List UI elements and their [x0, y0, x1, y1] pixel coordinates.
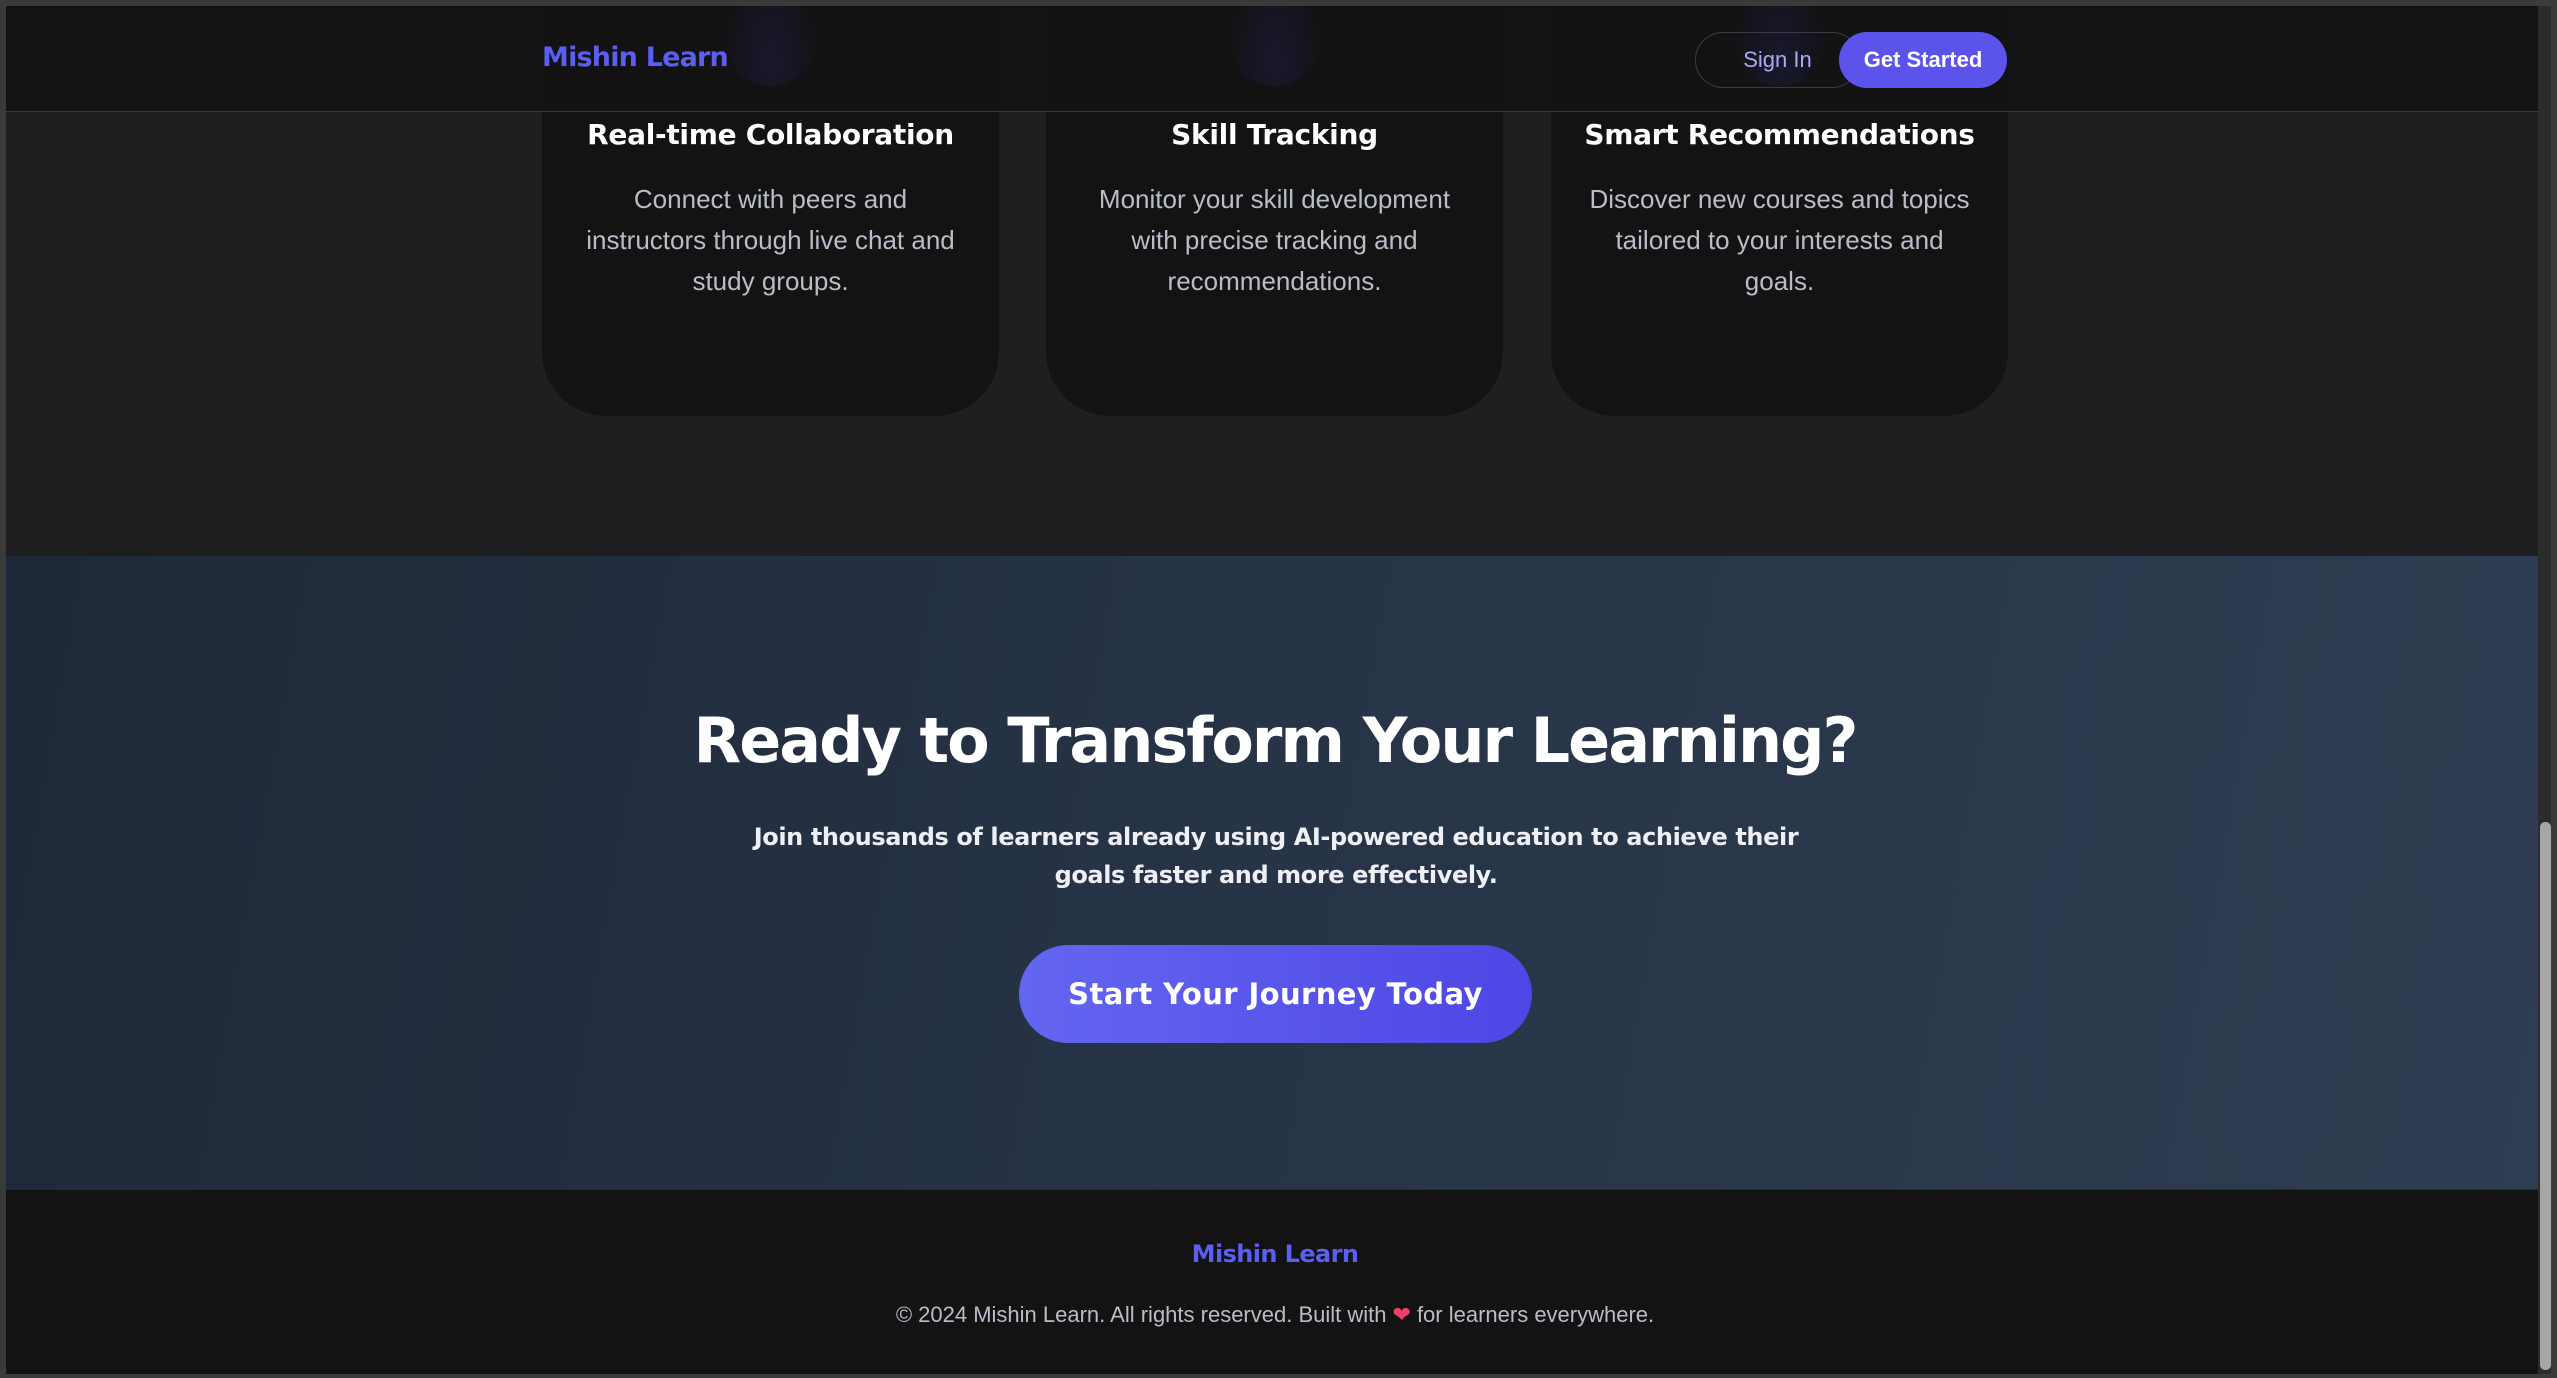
get-started-button[interactable]: Get Started [1839, 32, 2007, 88]
logo[interactable]: Mishin Learn [542, 42, 729, 73]
feature-title: Real-time Collaboration [587, 118, 954, 151]
cta-heading: Ready to Transform Your Learning? [693, 704, 1858, 777]
page: Real-time Collaboration Connect with pee… [6, 6, 2544, 1374]
sign-in-button[interactable]: Sign In [1695, 32, 1860, 88]
footer: Mishin Learn © 2024 Mishin Learn. All ri… [6, 1189, 2544, 1374]
copyright-prefix: © 2024 Mishin Learn. All rights reserved… [895, 1302, 1387, 1327]
footer-logo[interactable]: Mishin Learn [6, 1240, 2544, 1268]
feature-description: Connect with peers and instructors throu… [586, 184, 955, 296]
top-nav: Mishin Learn Sign In Get Started [6, 6, 2544, 112]
scrollbar-thumb[interactable] [2540, 822, 2551, 1370]
feature-description: Discover new courses and topics tailored… [1589, 184, 1970, 296]
cta-subtext: Join thousands of learners already using… [753, 823, 1799, 889]
start-journey-button[interactable]: Start Your Journey Today [1019, 945, 1532, 1043]
feature-description: Monitor your skill development with prec… [1098, 184, 1451, 296]
feature-title: Smart Recommendations [1584, 118, 1975, 151]
heart-icon: ❤ [1392, 1302, 1411, 1327]
cta-section: Ready to Transform Your Learning? Join t… [6, 556, 2544, 1189]
copyright-suffix: for learners everywhere. [1416, 1302, 1655, 1327]
feature-title: Skill Tracking [1171, 118, 1378, 151]
footer-copyright: © 2024 Mishin Learn. All rights reserved… [6, 1302, 2544, 1328]
